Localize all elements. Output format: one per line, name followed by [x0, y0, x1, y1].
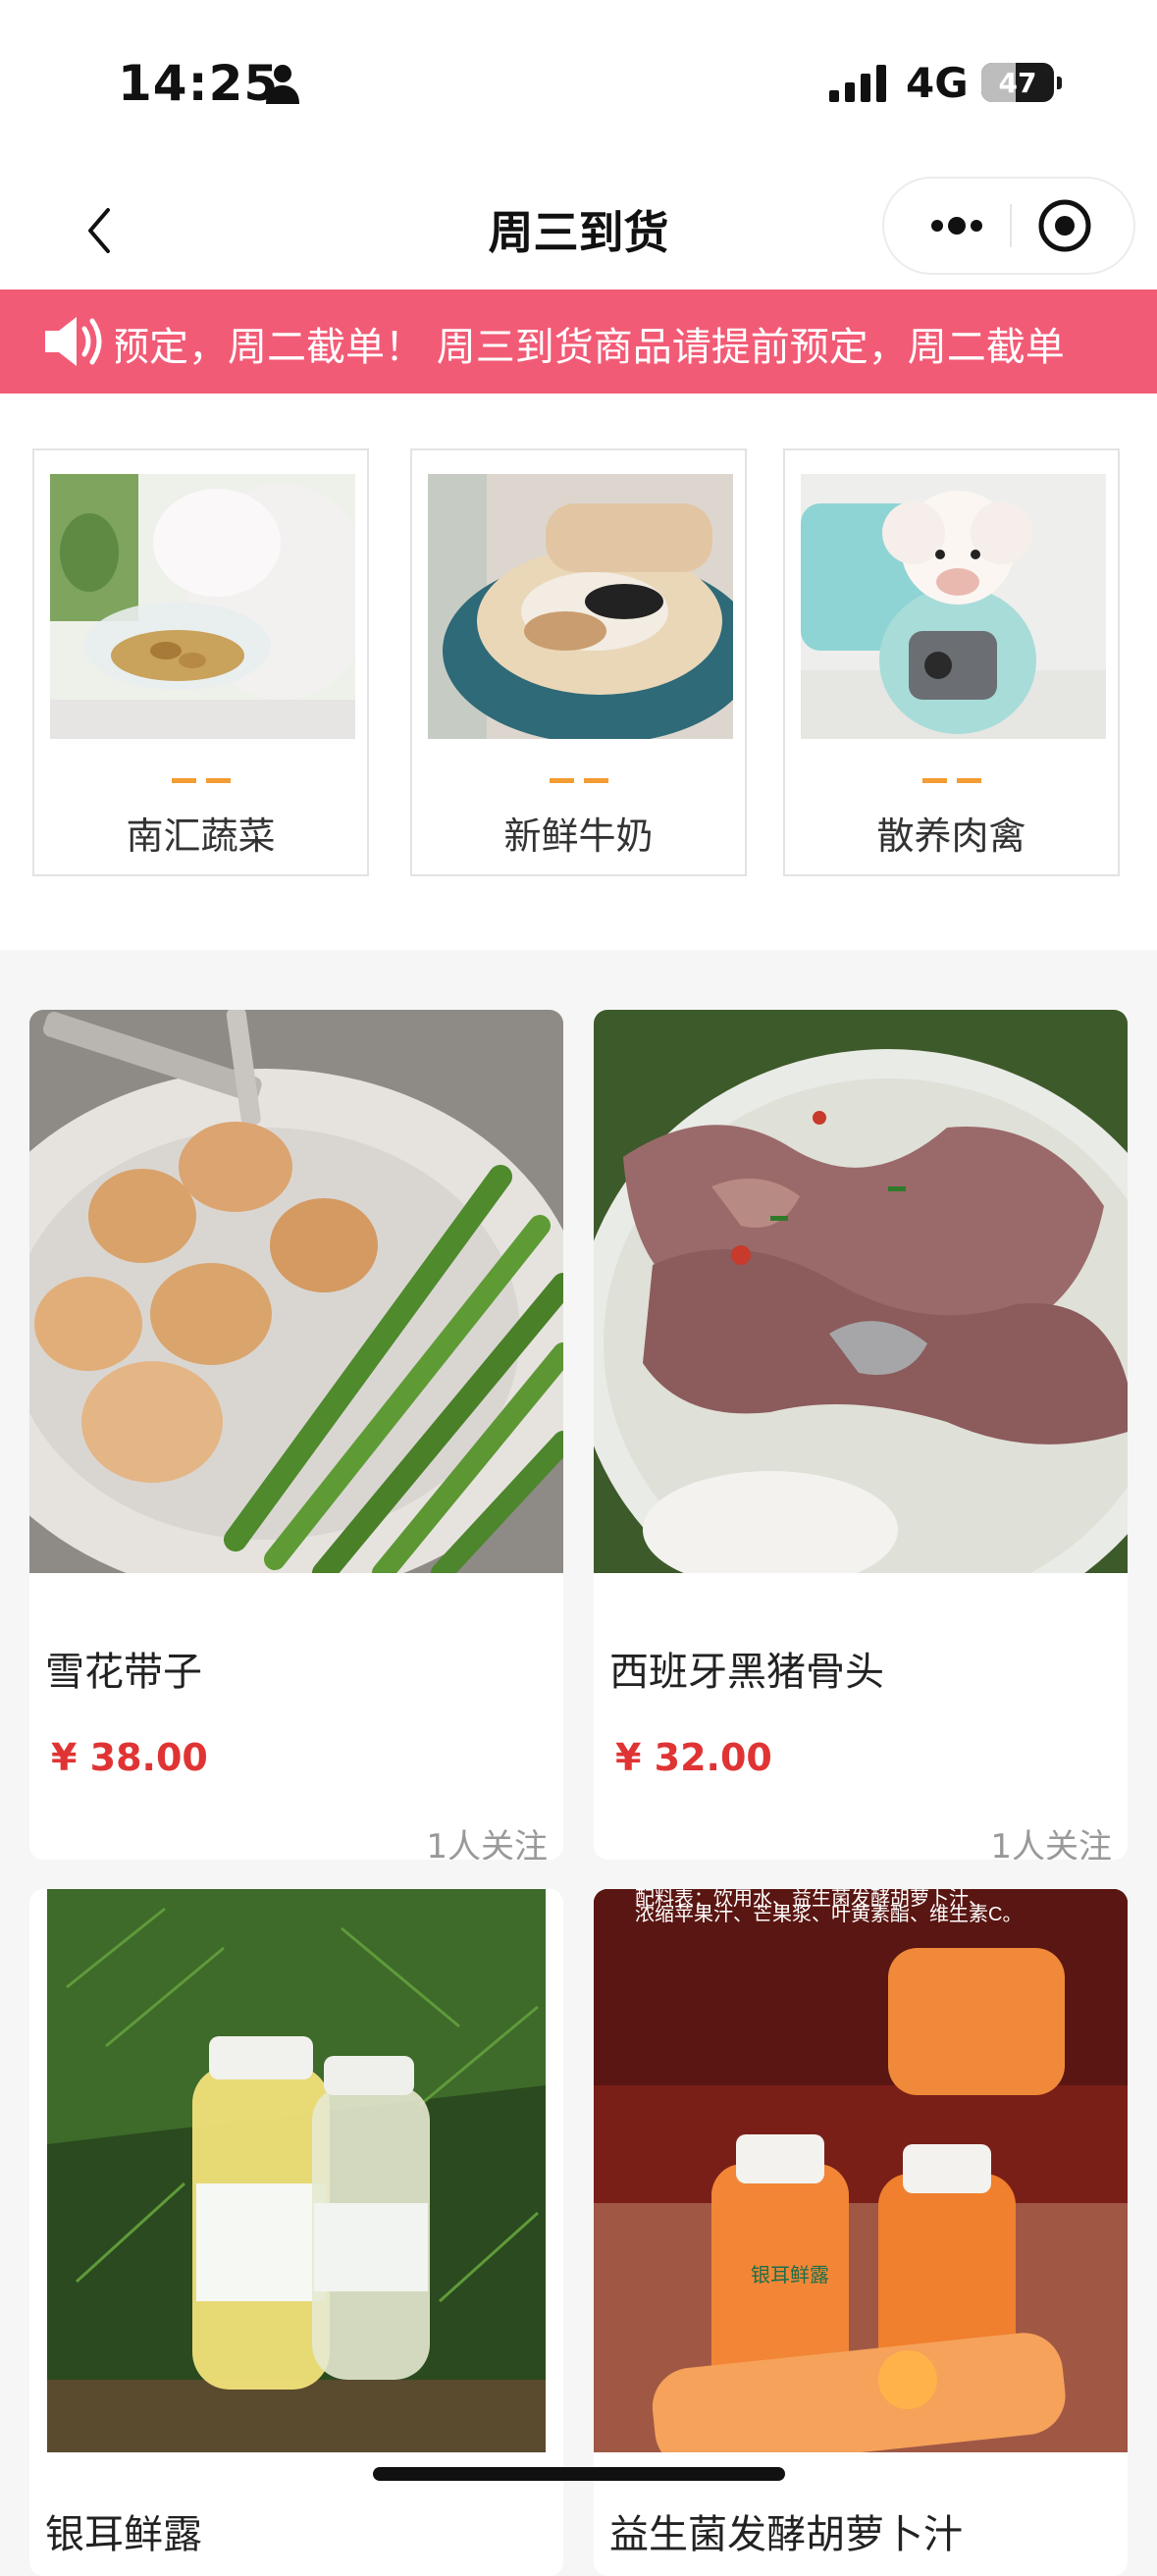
signal-icon	[829, 65, 886, 102]
battery-icon: 47	[981, 63, 1054, 102]
category-label: 南汇蔬菜	[126, 815, 276, 858]
battery-tip	[1057, 77, 1062, 89]
status-time: 14:25	[118, 55, 280, 112]
category-label: 新鲜牛奶	[503, 815, 654, 858]
product-card[interactable]: 西班牙黑猪骨头 ¥ 32.00 1人关注	[594, 1010, 1128, 1860]
product-card[interactable]: 雪花带子 ¥ 38.00 1人关注	[29, 1010, 563, 1860]
notice-text-window: 预定，周二截单！ 周三到货商品请提前预定，周二截单	[116, 289, 1157, 394]
category-item[interactable]: 新鲜牛奶	[410, 448, 747, 876]
product-image	[47, 1889, 546, 2452]
product-name: 雪花带子	[45, 1650, 202, 1695]
product-name: 银耳鲜露	[45, 2512, 202, 2557]
category-image	[428, 474, 733, 739]
mini-program-capsule	[882, 177, 1135, 275]
battery-percent: 47	[998, 67, 1037, 99]
product-price: ¥ 32.00	[615, 1736, 772, 1779]
category-item[interactable]: 散养肉禽	[783, 448, 1120, 876]
network-type: 4G	[906, 59, 969, 107]
category-label: 散养肉禽	[876, 815, 1026, 858]
category-item[interactable]: 南汇蔬菜	[32, 448, 369, 876]
product-image: 配料表：饮用水、益生菌发酵胡萝卜汁、 浓缩苹果汁、芒果浆、叶黄素酯、维生素C。 …	[594, 1889, 1128, 2452]
product-image	[594, 1010, 1128, 1573]
product-image-bottle-label: 银耳鲜露	[751, 2264, 829, 2287]
category-image	[50, 474, 355, 739]
status-bar: 14:25 4G 47	[0, 0, 1157, 172]
notice-text: 预定，周二截单！ 周三到货商品请提前预定，周二截单	[116, 325, 1065, 370]
notice-bar[interactable]: 预定，周二截单！ 周三到货商品请提前预定，周二截单	[0, 289, 1157, 394]
category-section: 南汇蔬菜 新鲜牛奶 散养肉禽	[0, 394, 1157, 950]
product-price: ¥ 38.00	[51, 1736, 208, 1779]
product-name: 益生菌发酵胡萝卜汁	[609, 2512, 963, 2557]
product-follow-count: 1人关注	[426, 1827, 548, 1860]
more-icon[interactable]	[906, 179, 1008, 273]
product-image	[29, 1010, 563, 1573]
close-target-icon[interactable]	[1014, 179, 1116, 273]
nav-bar: 周三到货	[0, 172, 1157, 289]
product-follow-count: 1人关注	[990, 1827, 1112, 1860]
category-image	[801, 474, 1106, 739]
product-image-ingredients-line2: 浓缩苹果汁、芒果浆、叶黄素酯、维生素C。	[635, 1903, 1022, 1925]
capsule-divider	[1010, 204, 1012, 247]
person-icon	[266, 65, 299, 104]
speaker-icon	[45, 317, 102, 366]
category-dash	[34, 768, 367, 787]
category-dash	[412, 768, 745, 787]
product-name: 西班牙黑猪骨头	[609, 1650, 884, 1695]
home-indicator[interactable]	[373, 2467, 785, 2481]
category-dash	[785, 768, 1118, 787]
